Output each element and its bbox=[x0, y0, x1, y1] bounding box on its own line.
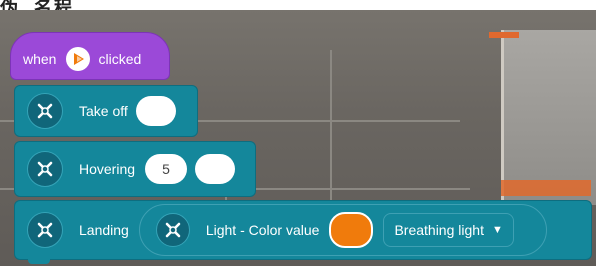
background-wall bbox=[501, 30, 596, 205]
drone-icon bbox=[27, 93, 63, 129]
clicked-label: clicked bbox=[98, 51, 142, 67]
color-swatch[interactable] bbox=[329, 212, 374, 248]
wall-stripe bbox=[501, 180, 591, 196]
drone-icon bbox=[27, 151, 63, 187]
takeoff-label: Take off bbox=[79, 103, 128, 119]
drone-icon bbox=[155, 213, 190, 247]
light-mode-dropdown[interactable]: Breathing light ▼ bbox=[383, 213, 514, 247]
cut-off-title-text: 伪. 名程 bbox=[0, 0, 75, 10]
landing-block[interactable]: Landing Light - Color value Breathing li… bbox=[14, 200, 592, 260]
hovering-label: Hovering bbox=[79, 161, 136, 177]
block-notch bbox=[28, 258, 50, 264]
takeoff-block[interactable]: Take off bbox=[14, 85, 198, 137]
light-mode-value: Breathing light bbox=[394, 222, 484, 238]
light-color-reporter[interactable]: Light - Color value Breathing light ▼ bbox=[138, 204, 547, 256]
light-color-label: Light - Color value bbox=[205, 222, 320, 238]
when-label: when bbox=[23, 51, 57, 67]
hovering-block[interactable]: Hovering 5 bbox=[14, 141, 256, 197]
takeoff-input[interactable] bbox=[135, 96, 176, 126]
hover-duration-input[interactable]: 5 bbox=[145, 154, 188, 184]
background-marker bbox=[489, 32, 519, 38]
when-clicked-hat-block[interactable]: when clicked bbox=[10, 32, 170, 80]
hover-extra-input[interactable] bbox=[195, 154, 236, 184]
drone-icon bbox=[27, 212, 63, 248]
chevron-down-icon: ▼ bbox=[491, 224, 503, 236]
play-icon bbox=[66, 47, 91, 71]
landing-label: Landing bbox=[79, 222, 129, 238]
